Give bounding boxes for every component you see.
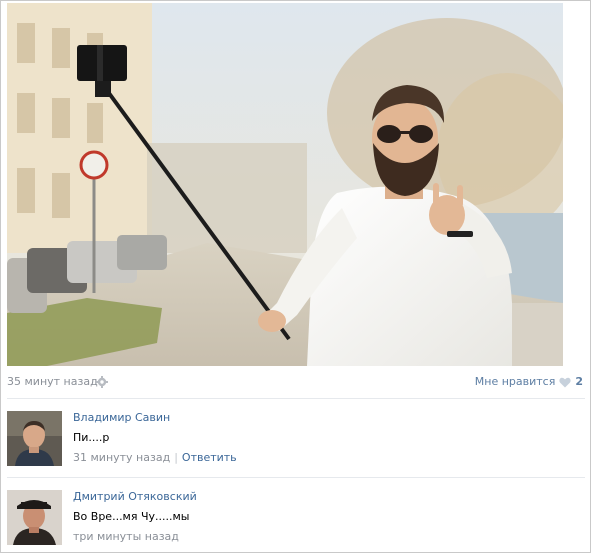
meta-separator: | — [174, 451, 178, 464]
like-button[interactable]: Мне нравится 2 — [475, 374, 583, 390]
comment-author[interactable]: Владимир Савин — [73, 411, 170, 425]
comment-meta: 31 минуту назад | Ответить — [73, 451, 237, 465]
heart-icon — [559, 377, 571, 387]
avatar[interactable] — [7, 490, 62, 545]
comment-meta: три минуты назад — [73, 530, 179, 544]
comment-timestamp[interactable]: три минуты назад — [73, 530, 179, 543]
divider — [7, 398, 585, 399]
avatar[interactable] — [7, 411, 62, 466]
post-timestamp[interactable]: 35 минут назад — [7, 374, 98, 390]
post-meta: 35 минут назад Мне нравится 2 — [7, 374, 585, 390]
comment-item: Дмитрий Отяковский Во Вре...мя Чу.....мы… — [7, 490, 585, 550]
comment-text: Во Вре...мя Чу.....мы — [73, 510, 190, 523]
post-card: 35 минут назад Мне нравится 2 Владимир С… — [0, 0, 591, 553]
comment-item: Владимир Савин Пи....р 31 минуту назад | О… — [7, 411, 585, 471]
post-photo[interactable] — [7, 3, 563, 366]
gear-icon[interactable] — [96, 376, 108, 388]
comment-timestamp[interactable]: 31 минуту назад — [73, 451, 170, 464]
selfie-photo-illustration — [7, 3, 563, 366]
like-label: Мне нравится — [474, 375, 556, 388]
avatar-photo-2 — [7, 490, 62, 545]
avatar-photo-1 — [7, 411, 62, 466]
reply-link[interactable]: Ответить — [182, 451, 237, 464]
like-count: 2 — [575, 375, 583, 388]
divider — [7, 477, 585, 478]
comment-author[interactable]: Дмитрий Отяковский — [73, 490, 197, 504]
comment-text: Пи....р — [73, 431, 110, 444]
